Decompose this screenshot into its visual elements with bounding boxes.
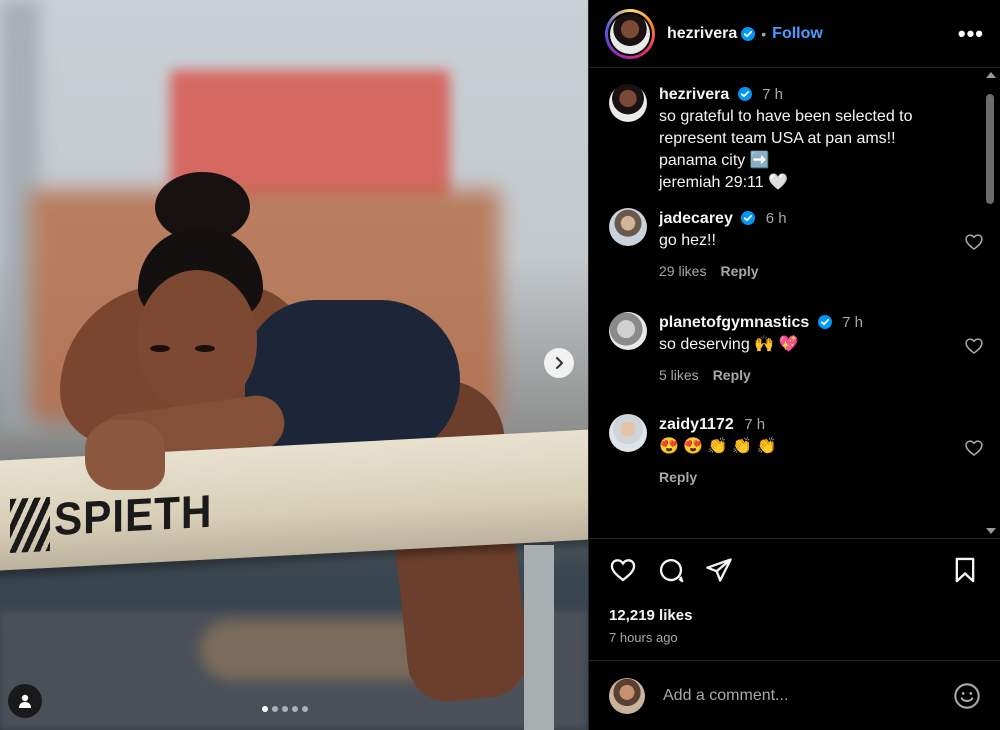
action-icons: [609, 555, 981, 585]
post-actions: 12,219 likes 7 hours ago: [589, 538, 1000, 645]
commenter-username[interactable]: jadecarey: [659, 210, 733, 227]
caption-author-avatar[interactable]: [609, 84, 647, 122]
commenter-avatar[interactable]: [609, 414, 647, 452]
comment-likes[interactable]: 29 likes: [659, 263, 706, 279]
reply-button[interactable]: Reply: [659, 469, 697, 485]
post-photo[interactable]: SPIETH: [0, 0, 588, 730]
current-user-avatar: [609, 677, 645, 714]
comment-item: zaidy1172 7 h 😍 😍 👏 👏 👏 Reply: [609, 414, 983, 514]
comment-time[interactable]: 7 h: [842, 314, 863, 331]
caption-time[interactable]: 7 h: [762, 86, 783, 103]
commenter-avatar[interactable]: [609, 312, 647, 350]
verified-icon: [817, 315, 832, 329]
carousel-dot: [292, 706, 298, 712]
carousel-dot: [282, 706, 288, 712]
comment-likes[interactable]: 5 likes: [659, 367, 699, 383]
heart-icon[interactable]: [964, 336, 984, 356]
caption-body: hezrivera 7 h so grateful to have been s…: [659, 84, 913, 208]
gymnast-hand: [85, 420, 165, 490]
comments-scrollbar[interactable]: [984, 70, 996, 538]
comment-body: jadecarey 6 h go hez!! 29 likes Reply: [659, 208, 787, 312]
user-tag-icon: [19, 694, 31, 708]
caption-line: so grateful to have been selected to: [659, 108, 913, 125]
reply-button[interactable]: Reply: [720, 263, 758, 279]
comment-body: zaidy1172 7 h 😍 😍 👏 👏 👏 Reply: [659, 414, 776, 514]
comment-text: so deserving 🙌 💖: [659, 336, 799, 353]
gymnast-face: [137, 270, 257, 410]
scroll-up-arrow-icon[interactable]: [986, 72, 996, 78]
caption-username[interactable]: hezrivera: [659, 86, 729, 103]
comment-time[interactable]: 6 h: [766, 210, 787, 227]
comment-text: go hez!!: [659, 232, 716, 249]
user-tags-button[interactable]: [8, 684, 42, 718]
comment-icon[interactable]: [657, 556, 685, 584]
carousel-dot: [262, 706, 268, 712]
more-icon: •••: [957, 20, 984, 46]
verified-icon: [741, 211, 756, 225]
verified-icon: [741, 26, 756, 41]
heart-icon[interactable]: [964, 438, 984, 458]
add-comment-bar: Add a comment...: [589, 660, 1000, 730]
beam-brand-text: SPIETH: [54, 484, 213, 545]
reply-button[interactable]: Reply: [713, 367, 751, 383]
comment-text: 😍 😍 👏 👏 👏: [659, 438, 777, 455]
caption-line: panama city ➡️: [659, 152, 770, 169]
author-avatar-story-ring[interactable]: [605, 8, 655, 59]
commenter-avatar[interactable]: [609, 208, 647, 246]
post-header: hezrivera • Follow •••: [589, 0, 1000, 68]
comment-item: planetofgymnastics 7 h so deserving 🙌 💖 …: [609, 312, 983, 414]
commenter-username[interactable]: zaidy1172: [659, 416, 734, 433]
share-icon[interactable]: [705, 556, 733, 584]
carousel-next-button[interactable]: [544, 348, 574, 378]
instagram-post-view: SPIETH hezrivera • Follow ••• hezrivera …: [0, 0, 1000, 730]
carousel-dot: [302, 706, 308, 712]
carousel-dots: [262, 706, 308, 712]
comments-list[interactable]: hezrivera 7 h so grateful to have been s…: [589, 68, 1000, 536]
more-options-button[interactable]: •••: [958, 21, 984, 47]
bookmark-icon[interactable]: [951, 556, 979, 584]
chevron-right-icon: [556, 357, 563, 369]
heart-icon[interactable]: [609, 556, 637, 584]
header-separator: •: [761, 25, 767, 42]
like-count[interactable]: 12,219 likes: [609, 607, 981, 624]
scrollbar-thumb[interactable]: [986, 94, 994, 204]
carousel-dot: [272, 706, 278, 712]
follow-button[interactable]: Follow: [772, 25, 823, 43]
beam-logo-mark: [10, 496, 50, 554]
verified-icon: [737, 87, 752, 101]
caption-line: represent team USA at pan ams!!: [659, 130, 896, 147]
post-timestamp[interactable]: 7 hours ago: [609, 630, 981, 645]
emoji-icon[interactable]: [953, 682, 981, 710]
beam-post: [524, 545, 554, 730]
scroll-down-arrow-icon[interactable]: [986, 528, 996, 534]
gymnast-eye-left: [150, 345, 170, 352]
commenter-username[interactable]: planetofgymnastics: [659, 314, 809, 331]
caption-line: jeremiah 29:11 🤍: [659, 174, 789, 191]
comment-body: planetofgymnastics 7 h so deserving 🙌 💖 …: [659, 312, 863, 414]
comment-time[interactable]: 7 h: [744, 416, 765, 433]
gymnast-eye-right: [195, 345, 215, 352]
comment-item: jadecarey 6 h go hez!! 29 likes Reply: [609, 208, 983, 312]
post-side-panel: hezrivera • Follow ••• hezrivera 7 h so …: [588, 0, 1000, 730]
post-caption: hezrivera 7 h so grateful to have been s…: [609, 84, 970, 208]
author-avatar: [610, 13, 650, 54]
author-username[interactable]: hezrivera: [667, 25, 737, 43]
heart-icon[interactable]: [964, 232, 984, 252]
add-comment-input[interactable]: Add a comment...: [663, 687, 953, 705]
